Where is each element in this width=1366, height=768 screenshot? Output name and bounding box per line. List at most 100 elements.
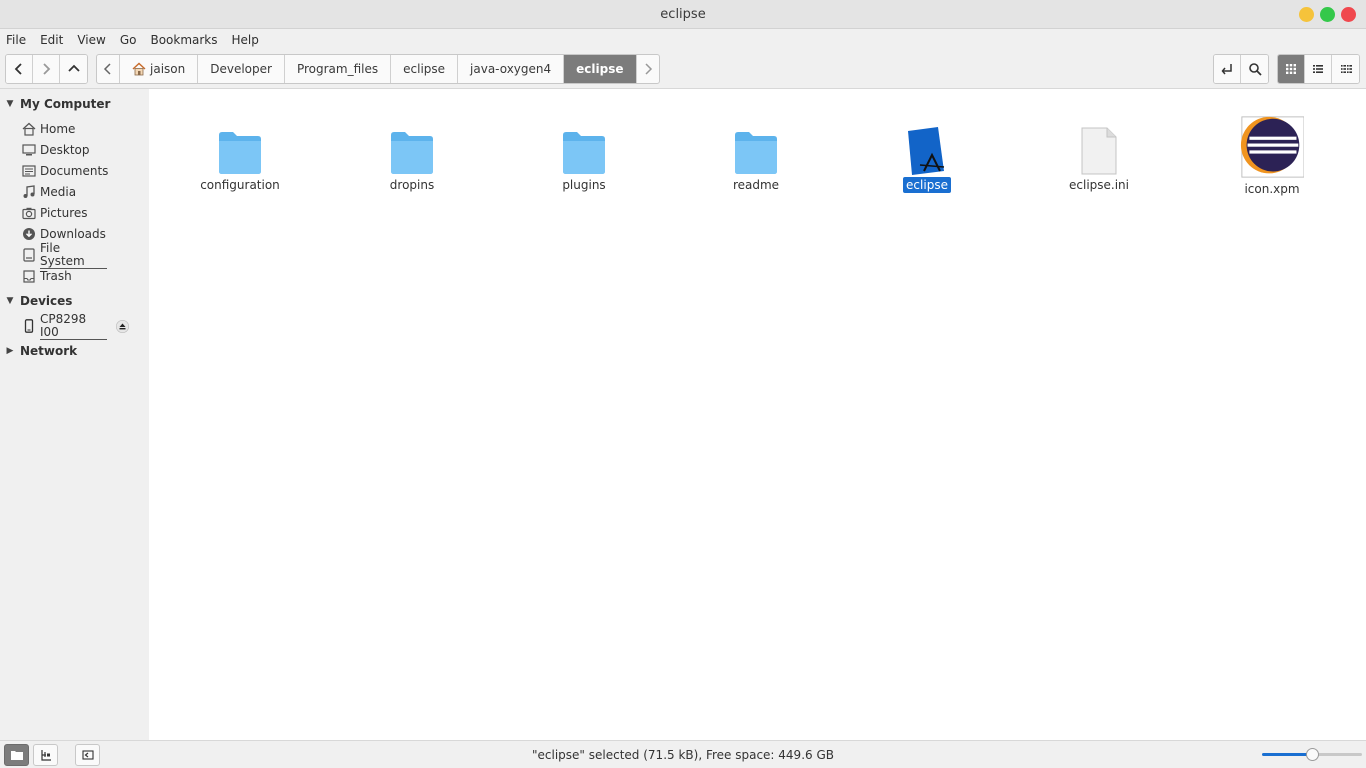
sidebar-section-devices[interactable]: ▼ Devices bbox=[0, 291, 73, 311]
menu-file[interactable]: File bbox=[6, 33, 26, 47]
arrow-left-icon bbox=[14, 63, 22, 75]
zoom-slider[interactable] bbox=[1262, 748, 1362, 761]
download-icon bbox=[23, 228, 35, 240]
forward-button[interactable] bbox=[33, 55, 60, 83]
sidebar-item-trash[interactable]: Trash bbox=[22, 266, 72, 286]
breadcrumb-java-oxygen4[interactable]: java-oxygen4 bbox=[458, 55, 565, 83]
menu-view[interactable]: View bbox=[77, 33, 105, 47]
close-button[interactable] bbox=[1341, 7, 1356, 22]
window-title: eclipse bbox=[660, 6, 706, 22]
file-name: eclipse bbox=[903, 177, 951, 193]
toolbar: jaison Developer Program_files eclipse j… bbox=[0, 51, 1366, 89]
sidebar-item-device[interactable]: CP8298 I00 bbox=[22, 312, 107, 340]
sidebar-item-label: Home bbox=[40, 122, 76, 136]
compact-view-button[interactable] bbox=[1332, 55, 1359, 83]
maximize-button[interactable] bbox=[1320, 7, 1335, 22]
section-label: Devices bbox=[20, 294, 73, 308]
trash-icon bbox=[23, 270, 35, 283]
breadcrumb: jaison Developer Program_files eclipse j… bbox=[96, 54, 660, 84]
sidebar-item-label: Documents bbox=[40, 164, 109, 178]
menu-edit[interactable]: Edit bbox=[40, 33, 63, 47]
menu-help[interactable]: Help bbox=[232, 33, 259, 47]
status-text: "eclipse" selected (71.5 kB), Free space… bbox=[532, 748, 834, 762]
breadcrumb-eclipse-current[interactable]: eclipse bbox=[564, 55, 637, 83]
sidebar-item-home[interactable]: Home bbox=[22, 119, 75, 139]
breadcrumb-scroll-right[interactable] bbox=[637, 55, 659, 83]
file-name: dropins bbox=[389, 178, 435, 192]
icon-view-button[interactable] bbox=[1278, 55, 1305, 83]
search-button[interactable] bbox=[1241, 55, 1268, 83]
sidebar-item-label: Downloads bbox=[40, 227, 106, 241]
eject-icon bbox=[116, 320, 129, 333]
sidebar-item-label: Media bbox=[40, 185, 77, 199]
file-item-readme[interactable]: readme bbox=[696, 117, 816, 193]
camera-icon bbox=[22, 207, 36, 220]
status-bar: "eclipse" selected (71.5 kB), Free space… bbox=[0, 740, 1366, 768]
folder-icon bbox=[208, 117, 272, 175]
list-view-icon bbox=[1313, 65, 1323, 73]
view-mode-buttons bbox=[1277, 54, 1360, 84]
file-name: icon.xpm bbox=[1244, 182, 1300, 196]
sidebar-item-file-system[interactable]: File System bbox=[22, 241, 107, 269]
sidebar-item-label: Desktop bbox=[40, 143, 90, 157]
phone-icon bbox=[24, 319, 34, 333]
file-item-plugins[interactable]: plugins bbox=[524, 117, 644, 193]
documents-icon bbox=[22, 165, 36, 177]
navigation-buttons bbox=[5, 54, 88, 84]
arrow-up-icon bbox=[67, 64, 80, 72]
sidebar-item-documents[interactable]: Documents bbox=[22, 161, 108, 181]
location-entry-icon bbox=[1221, 64, 1232, 75]
breadcrumb-eclipse-parent[interactable]: eclipse bbox=[391, 55, 459, 83]
folder-icon bbox=[552, 117, 616, 175]
breadcrumb-jaison[interactable]: jaison bbox=[120, 55, 199, 83]
drive-icon bbox=[23, 248, 35, 262]
section-label: My Computer bbox=[20, 97, 111, 111]
section-label: Network bbox=[20, 344, 78, 358]
sidebar-item-media[interactable]: Media bbox=[22, 182, 76, 202]
eclipse-logo-icon bbox=[1240, 116, 1304, 179]
file-item-configuration[interactable]: configuration bbox=[180, 117, 300, 193]
file-item-dropins[interactable]: dropins bbox=[352, 117, 472, 193]
breadcrumb-developer[interactable]: Developer bbox=[198, 55, 285, 83]
sidebar-item-label: Pictures bbox=[40, 206, 88, 220]
file-name: configuration bbox=[200, 178, 280, 192]
file-name: plugins bbox=[562, 178, 606, 192]
sidebar-item-pictures[interactable]: Pictures bbox=[22, 203, 88, 223]
list-view-button[interactable] bbox=[1305, 55, 1332, 83]
minimize-button[interactable] bbox=[1299, 7, 1314, 22]
chevron-left-icon bbox=[103, 63, 111, 75]
compact-view-icon bbox=[1340, 65, 1352, 73]
home-icon bbox=[132, 62, 146, 76]
file-name: readme bbox=[732, 178, 780, 192]
sidebar-item-label: File System bbox=[40, 241, 107, 269]
sidebar-item-label: Trash bbox=[40, 269, 72, 283]
chevron-right-icon bbox=[644, 63, 652, 75]
breadcrumb-program-files[interactable]: Program_files bbox=[285, 55, 392, 83]
location-search-buttons bbox=[1213, 54, 1269, 84]
home-icon bbox=[22, 122, 36, 136]
file-view: configuration dropins plugins readme ecl… bbox=[149, 89, 1366, 740]
sidebar-section-network[interactable]: ▶ Network bbox=[0, 341, 78, 361]
back-button[interactable] bbox=[6, 55, 33, 83]
file-item-eclipse[interactable]: eclipse bbox=[867, 117, 987, 193]
file-item-eclipse-ini[interactable]: eclipse.ini bbox=[1039, 117, 1159, 193]
up-button[interactable] bbox=[60, 55, 87, 83]
sidebar: ▼ My Computer Home Desktop Documents Med… bbox=[0, 89, 149, 740]
sidebar-section-my-computer[interactable]: ▼ My Computer bbox=[0, 94, 111, 114]
eject-button[interactable] bbox=[116, 320, 129, 333]
collapsed-triangle-icon: ▶ bbox=[6, 346, 14, 356]
breadcrumb-scroll-left[interactable] bbox=[97, 55, 120, 83]
menu-bookmarks[interactable]: Bookmarks bbox=[150, 33, 217, 47]
zoom-slider-handle[interactable] bbox=[1306, 748, 1319, 761]
sidebar-item-desktop[interactable]: Desktop bbox=[22, 140, 90, 160]
arrow-right-icon bbox=[43, 63, 51, 75]
desktop-icon bbox=[22, 144, 36, 156]
zoom-slider-fill bbox=[1262, 753, 1312, 756]
toggle-location-button[interactable] bbox=[1214, 55, 1241, 83]
menu-bar: File Edit View Go Bookmarks Help bbox=[0, 29, 1366, 51]
file-item-icon-xpm[interactable]: icon.xpm bbox=[1212, 116, 1332, 197]
title-bar: eclipse bbox=[0, 0, 1366, 29]
menu-go[interactable]: Go bbox=[120, 33, 137, 47]
search-icon bbox=[1248, 63, 1262, 76]
window-controls bbox=[1299, 7, 1356, 22]
